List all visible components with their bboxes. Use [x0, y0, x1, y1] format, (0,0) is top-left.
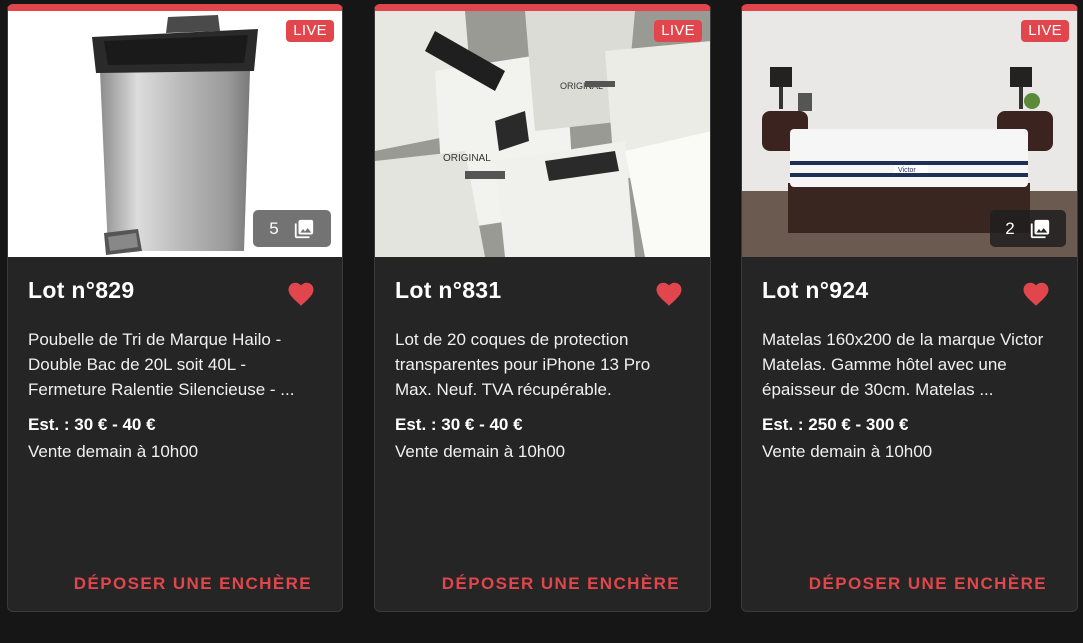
lot-title: Lot n°829	[28, 277, 135, 303]
lot-estimate: Est. : 30 € - 40 €	[28, 415, 156, 434]
lot-title: Lot n°831	[395, 277, 502, 303]
heart-icon[interactable]	[654, 279, 684, 309]
image-count: 2	[1005, 218, 1015, 238]
lot-image-phone-cases[interactable]: ORIGINAL ORIGINAL LIVE	[375, 11, 710, 257]
lot-title: Lot n°924	[762, 277, 869, 303]
lot-image-trash-bin[interactable]: LIVE 5	[8, 11, 342, 257]
lot-description: Lot de 20 coques de protection transpare…	[395, 330, 651, 399]
live-badge: LIVE	[286, 20, 334, 42]
svg-text:ORIGINAL: ORIGINAL	[443, 153, 491, 164]
lot-description: Matelas 160x200 de la marque Victor Mate…	[762, 330, 1044, 399]
place-bid-button[interactable]: DÉPOSER UNE ENCHÈRE	[74, 574, 312, 594]
image-count-badge[interactable]: 2	[990, 210, 1066, 247]
live-badge: LIVE	[654, 20, 702, 42]
photo-library-icon	[294, 219, 313, 238]
lot-card[interactable]: LIVE 5 Lot n°829 Poubelle de Tri de Marq…	[7, 4, 343, 612]
lot-card[interactable]: Victor LIVE 2 Lot n°924 Matelas 160x200 …	[741, 4, 1078, 612]
svg-text:Victor: Victor	[898, 167, 916, 174]
image-count: 5	[269, 218, 279, 238]
image-count-badge[interactable]: 5	[253, 210, 331, 247]
lot-estimate: Est. : 30 € - 40 €	[395, 415, 523, 434]
heart-icon[interactable]	[1021, 279, 1051, 309]
lot-sale-time: Vente demain à 10h00	[395, 442, 566, 461]
photo-library-icon	[1030, 219, 1049, 238]
lot-image-mattress[interactable]: Victor LIVE 2	[742, 11, 1077, 257]
heart-icon[interactable]	[286, 279, 316, 309]
lot-sale-time: Vente demain à 10h00	[28, 442, 199, 461]
place-bid-button[interactable]: DÉPOSER UNE ENCHÈRE	[809, 574, 1047, 594]
lot-estimate: Est. : 250 € - 300 €	[762, 415, 909, 434]
lot-description: Poubelle de Tri de Marque Hailo - Double…	[28, 330, 295, 399]
place-bid-button[interactable]: DÉPOSER UNE ENCHÈRE	[442, 574, 680, 594]
lot-card[interactable]: ORIGINAL ORIGINAL LIVE Lot n°831 Lot de …	[374, 4, 711, 612]
live-badge: LIVE	[1021, 20, 1069, 42]
lot-sale-time: Vente demain à 10h00	[762, 442, 933, 461]
